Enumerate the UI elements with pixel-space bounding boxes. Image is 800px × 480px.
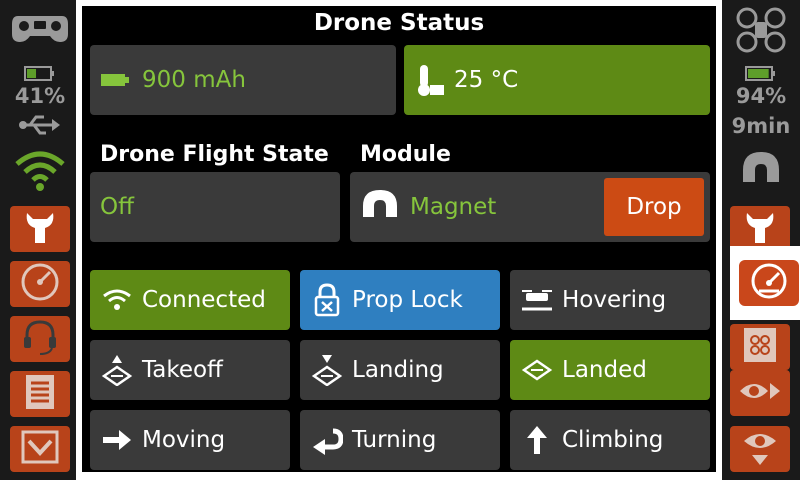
gamepad-icon	[10, 8, 70, 48]
headset-icon	[20, 317, 60, 361]
nav-support-button[interactable]	[10, 316, 70, 362]
right-battery-percent: 94%	[735, 84, 787, 108]
module-label: Module	[360, 142, 451, 167]
drone-status-content: Drone Status 900 mAh 25 °C Drone Flight …	[82, 6, 716, 472]
tile-label: Hovering	[562, 287, 667, 313]
battery-icon	[24, 64, 56, 82]
magnet-icon	[739, 150, 783, 192]
wrench-icon	[23, 209, 57, 249]
gauge-icon	[749, 261, 789, 305]
flight-time-remaining: 9min	[731, 114, 791, 138]
status-tile-takeoff: Takeoff	[90, 340, 290, 400]
tile-label: Connected	[142, 287, 266, 313]
flight-state-label: Drone Flight State	[100, 142, 329, 167]
tile-label: Climbing	[562, 427, 664, 453]
status-tile-prop-lock: Prop Lock	[300, 270, 500, 330]
tile-label: Prop Lock	[352, 287, 463, 313]
tile-label: Takeoff	[142, 357, 223, 383]
module-value: Magnet	[410, 194, 497, 220]
takeoff-icon	[100, 353, 134, 387]
right-sidebar: 94% 9min	[722, 0, 800, 480]
drone-status-panel: Drone Status 900 mAh 25 °C Drone Flight …	[76, 0, 722, 480]
download-icon	[20, 429, 60, 469]
nav-checklist-button[interactable]	[730, 324, 790, 370]
status-tile-hovering: Hovering	[510, 270, 710, 330]
nav-log-button[interactable]	[10, 371, 70, 417]
tile-label: Turning	[352, 427, 437, 453]
wrench-icon	[743, 209, 777, 249]
thermometer-icon	[416, 63, 446, 97]
prop-lock-icon	[310, 283, 344, 317]
drop-button[interactable]: Drop	[604, 178, 704, 236]
hover-icon	[520, 283, 554, 317]
temperature-value: 25 °C	[454, 67, 519, 93]
eye-download-icon	[740, 427, 780, 471]
eye-icon	[738, 375, 782, 411]
flight-state-value: Off	[100, 194, 134, 220]
drone-icon	[734, 6, 788, 54]
temperature-card: 25 °C	[404, 45, 710, 115]
tile-label: Landed	[562, 357, 647, 383]
landing-icon	[310, 353, 344, 387]
nav-dashboard-button[interactable]	[10, 261, 70, 307]
wifi-icon	[14, 150, 66, 192]
arrow-right-icon	[100, 423, 134, 457]
status-tile-landed: Landed	[510, 340, 710, 400]
status-tile-landing: Landing	[300, 340, 500, 400]
nav-view-button[interactable]	[730, 370, 790, 416]
drone-checklist-icon	[741, 326, 779, 368]
status-tile-moving: Moving	[90, 410, 290, 470]
left-battery-percent: 41%	[14, 84, 66, 108]
nav-settings-button[interactable]	[10, 206, 70, 252]
arrow-up-icon	[520, 423, 554, 457]
battery-icon	[100, 72, 130, 88]
magnet-icon	[360, 188, 400, 226]
document-icon	[23, 373, 57, 415]
tile-label: Landing	[352, 357, 444, 383]
tile-label: Moving	[142, 427, 226, 453]
wifi-icon	[100, 283, 134, 317]
left-sidebar: 41%	[0, 0, 80, 480]
landed-icon	[520, 353, 554, 387]
nav-dashboard-button-active[interactable]	[730, 246, 800, 320]
nav-view-download-button[interactable]	[730, 426, 790, 472]
flight-state-card: Off	[90, 172, 340, 242]
status-tile-connected: Connected	[90, 270, 290, 330]
gauge-icon	[20, 262, 60, 306]
status-tile-turning: Turning	[300, 410, 500, 470]
page-title: Drone Status	[313, 10, 485, 36]
nav-download-button[interactable]	[10, 426, 70, 472]
battery-capacity-value: 900 mAh	[142, 67, 246, 93]
battery-card: 900 mAh	[90, 45, 396, 115]
battery-icon	[745, 64, 777, 82]
usb-icon	[18, 114, 62, 136]
status-tile-climbing: Climbing	[510, 410, 710, 470]
module-card: Magnet Drop	[350, 172, 710, 242]
turn-icon	[310, 423, 344, 457]
